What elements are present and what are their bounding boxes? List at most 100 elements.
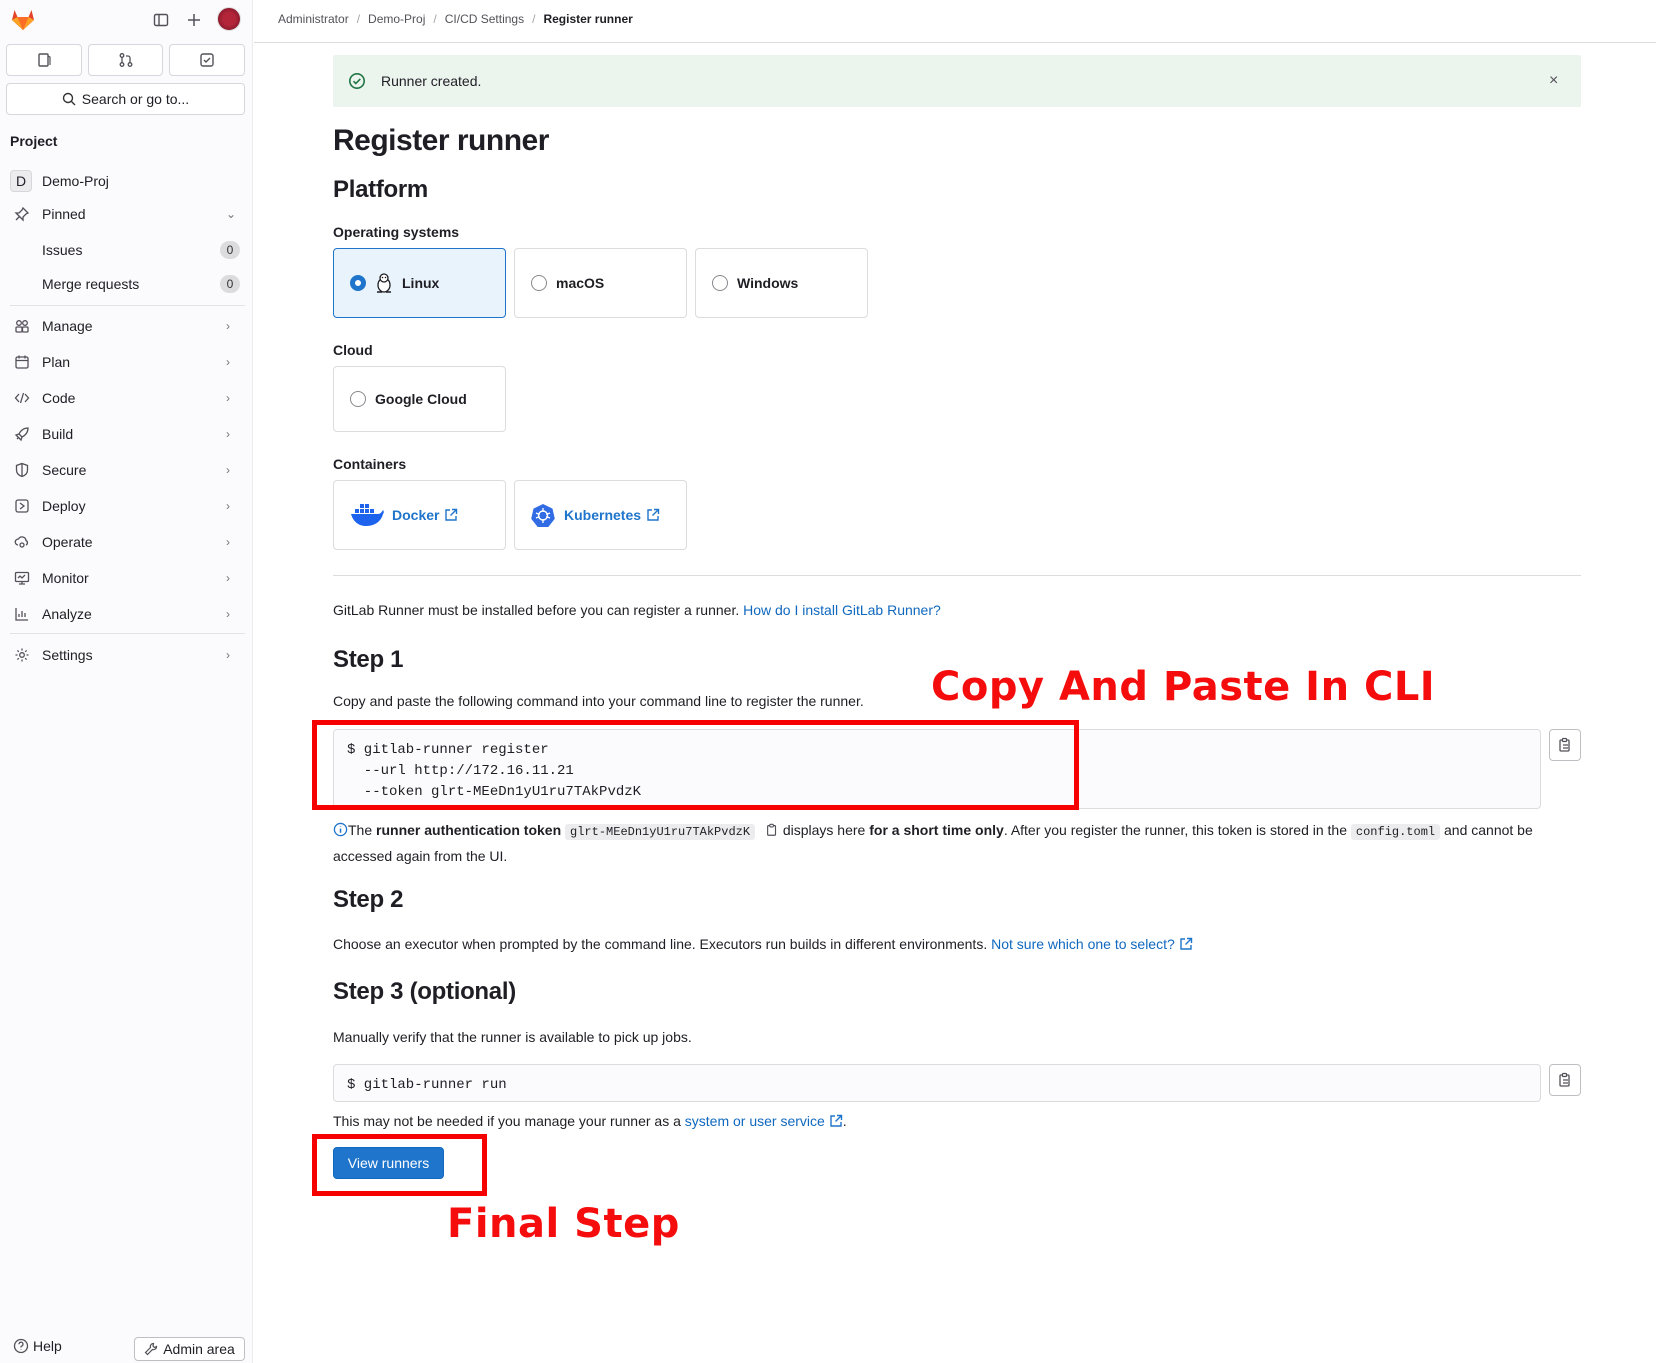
config-file-name: config.toml bbox=[1350, 824, 1441, 840]
docker-link-card[interactable]: Docker bbox=[333, 480, 506, 550]
copy-token-icon[interactable] bbox=[765, 823, 779, 837]
token-info: The runner authentication token glrt-MEe… bbox=[333, 818, 1581, 868]
install-note-text: GitLab Runner must be installed before y… bbox=[333, 602, 740, 618]
sidebar-item-settings[interactable]: Settings › bbox=[0, 639, 253, 671]
step3-text: Manually verify that the runner is avail… bbox=[333, 1029, 692, 1045]
kubernetes-link-card[interactable]: Kubernetes bbox=[514, 480, 687, 550]
sidebar-item-secure[interactable]: Secure › bbox=[0, 454, 253, 486]
sidebar-item-issues[interactable]: Issues 0 bbox=[0, 234, 253, 266]
external-link-icon bbox=[445, 508, 458, 521]
code-icon bbox=[13, 389, 31, 407]
annotation-box-button bbox=[312, 1134, 487, 1196]
token-info-pre: The bbox=[348, 822, 377, 838]
wrench-icon bbox=[144, 1342, 158, 1356]
toggle-sidebar-icon[interactable] bbox=[150, 9, 172, 31]
admin-area-button[interactable]: Admin area bbox=[134, 1337, 245, 1361]
kubernetes-label: Kubernetes bbox=[564, 507, 642, 523]
radio-selected[interactable] bbox=[350, 275, 366, 291]
merge-requests-label: Merge requests bbox=[42, 276, 140, 292]
help-button[interactable]: Help bbox=[13, 1338, 62, 1354]
shield-icon bbox=[13, 461, 31, 479]
issues-tab-icon[interactable] bbox=[6, 44, 82, 76]
os-option-windows[interactable]: Windows bbox=[695, 248, 868, 318]
sidebar-divider bbox=[10, 633, 245, 634]
plan-label: Plan bbox=[42, 354, 71, 370]
create-new-icon[interactable] bbox=[183, 9, 205, 31]
sidebar-header bbox=[0, 0, 253, 40]
docker-label: Docker bbox=[392, 507, 440, 523]
annotation-copy-paste: Copy And Paste In CLI bbox=[931, 664, 1436, 710]
sidebar: Search or go to... Project D Demo-Proj P… bbox=[0, 0, 253, 1363]
os-option-macos[interactable]: macOS bbox=[514, 248, 687, 318]
token-info-bold-2: for a short time only bbox=[869, 822, 1004, 838]
sidebar-quick-tabs bbox=[6, 44, 246, 76]
deploy-icon bbox=[13, 497, 31, 515]
sidebar-item-analyze[interactable]: Analyze › bbox=[0, 598, 253, 630]
radio-unselected[interactable] bbox=[531, 275, 547, 291]
section-divider bbox=[333, 575, 1581, 576]
sidebar-item-monitor[interactable]: Monitor › bbox=[0, 562, 253, 594]
breadcrumb-separator: / bbox=[356, 12, 361, 26]
alert-text: Runner created. bbox=[381, 73, 482, 89]
service-note-end: . bbox=[842, 1113, 847, 1129]
issues-label: Issues bbox=[42, 242, 83, 258]
step2-heading: Step 2 bbox=[333, 886, 404, 913]
sidebar-item-plan[interactable]: Plan › bbox=[0, 346, 253, 378]
monitor-icon bbox=[13, 569, 31, 587]
radio-unselected[interactable] bbox=[350, 391, 366, 407]
sidebar-item-code[interactable]: Code › bbox=[0, 382, 253, 414]
issues-count-badge: 0 bbox=[220, 241, 240, 259]
close-icon[interactable]: × bbox=[1549, 72, 1558, 90]
page-title: Register runner bbox=[333, 124, 549, 157]
breadcrumb-item[interactable]: CI/CD Settings bbox=[445, 12, 524, 26]
sidebar-item-pinned[interactable]: Pinned ⌄ bbox=[0, 198, 253, 230]
install-help-link[interactable]: How do I install GitLab Runner? bbox=[743, 602, 941, 618]
token-info-mid: displays here bbox=[778, 822, 870, 838]
monitor-label: Monitor bbox=[42, 570, 89, 586]
step3-heading: Step 3 (optional) bbox=[333, 978, 516, 1005]
token-info-post: . After you register the runner, this to… bbox=[1003, 822, 1351, 838]
chevron-right-icon: › bbox=[226, 499, 230, 513]
cloud-option-google[interactable]: Google Cloud bbox=[333, 366, 506, 432]
deploy-label: Deploy bbox=[42, 498, 86, 514]
merge-requests-tab-icon[interactable] bbox=[87, 44, 164, 76]
radio-unselected[interactable] bbox=[712, 275, 728, 291]
os-option-linux[interactable]: Linux bbox=[333, 248, 506, 318]
sidebar-item-project[interactable]: D Demo-Proj bbox=[0, 165, 253, 197]
sidebar-item-operate[interactable]: Operate › bbox=[0, 526, 253, 558]
runner-token: glrt-MEeDn1yU1ru7TAkPvdzK bbox=[565, 824, 756, 840]
sidebar-item-deploy[interactable]: Deploy › bbox=[0, 490, 253, 522]
user-avatar[interactable] bbox=[217, 7, 241, 31]
gitlab-logo-icon[interactable] bbox=[10, 6, 36, 32]
sidebar-divider bbox=[10, 305, 245, 306]
breadcrumb-current[interactable]: Register runner bbox=[543, 12, 632, 26]
chevron-right-icon: › bbox=[226, 607, 230, 621]
search-button[interactable]: Search or go to... bbox=[6, 83, 245, 115]
settings-label: Settings bbox=[42, 647, 93, 663]
service-help-link[interactable]: system or user service bbox=[685, 1113, 825, 1129]
executor-help-link[interactable]: Not sure which one to select? bbox=[991, 936, 1175, 952]
sidebar-item-merge-requests[interactable]: Merge requests 0 bbox=[0, 268, 253, 300]
copy-run-command-button[interactable] bbox=[1549, 1064, 1581, 1096]
gear-icon bbox=[13, 646, 31, 664]
check-circle-icon bbox=[349, 73, 365, 89]
copy-command-button[interactable] bbox=[1549, 729, 1581, 761]
todo-tab-icon[interactable] bbox=[169, 44, 246, 76]
sidebar-item-build[interactable]: Build › bbox=[0, 418, 253, 450]
breadcrumb-item[interactable]: Administrator bbox=[278, 12, 349, 26]
chevron-right-icon: › bbox=[226, 535, 230, 549]
docker-icon bbox=[351, 504, 384, 526]
search-label: Search or go to... bbox=[81, 91, 190, 107]
external-link-icon bbox=[1179, 937, 1192, 950]
copy-clipboard-icon bbox=[1559, 1072, 1570, 1087]
chevron-right-icon: › bbox=[226, 571, 230, 585]
cloud-label: Cloud bbox=[333, 342, 373, 358]
breadcrumb-item[interactable]: Demo-Proj bbox=[368, 12, 425, 26]
sidebar-item-manage[interactable]: Manage › bbox=[0, 310, 253, 342]
run-command-block[interactable]: $ gitlab-runner run bbox=[333, 1064, 1541, 1102]
build-label: Build bbox=[42, 426, 74, 442]
step2-text: Choose an executor when prompted by the … bbox=[333, 936, 1193, 952]
project-avatar: D bbox=[10, 170, 32, 192]
chevron-right-icon: › bbox=[226, 427, 230, 441]
macos-label: macOS bbox=[556, 275, 605, 291]
